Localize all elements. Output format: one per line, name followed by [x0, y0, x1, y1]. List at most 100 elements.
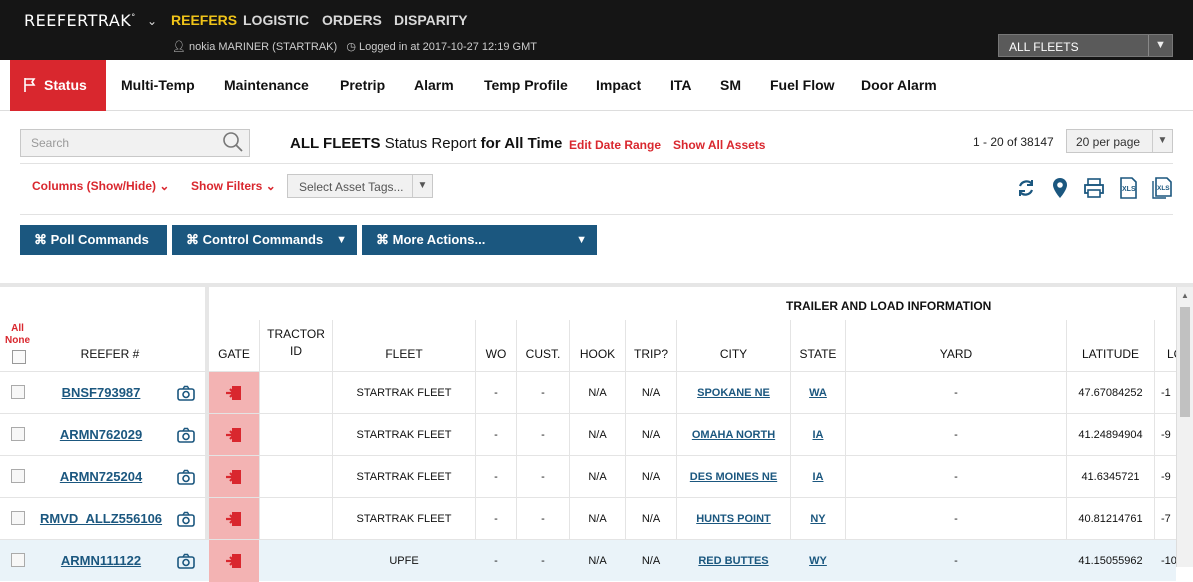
reefer-link[interactable]: ARMN762029 — [36, 414, 166, 456]
gate-exit-icon[interactable] — [225, 511, 243, 527]
nav-disparity[interactable]: DISPARITY — [394, 12, 468, 28]
per-page-select[interactable]: 20 per page ▼ — [1066, 129, 1173, 153]
edit-date-range-link[interactable]: Edit Date Range — [569, 138, 661, 152]
cell-city[interactable]: RED BUTTES — [677, 540, 790, 582]
tab-multi-temp[interactable]: Multi-Temp — [121, 60, 195, 111]
nav-logistic[interactable]: LOGISTIC — [243, 12, 309, 28]
col-tractor-id[interactable]: TRACTOR ID — [260, 326, 332, 360]
cell-state[interactable]: IA — [791, 456, 845, 498]
per-page-value: 20 per page — [1076, 135, 1141, 149]
col-fleet[interactable]: FLEET — [333, 347, 475, 361]
table-row[interactable]: ARMN111122 UPFE - - N/A N/A RED BUTTES WY - 41.15… — [0, 539, 1177, 582]
tab-bar: Status Multi-Temp Maintenance Pretrip Al… — [0, 60, 1193, 111]
cell-city[interactable]: OMAHA NORTH — [677, 414, 790, 456]
gate-exit-icon[interactable] — [225, 553, 243, 569]
col-city[interactable]: CITY — [677, 347, 790, 361]
row-checkbox[interactable] — [11, 385, 25, 399]
row-checkbox[interactable] — [11, 469, 25, 483]
camera-icon[interactable] — [177, 553, 195, 569]
scrollbar-thumb[interactable] — [1180, 307, 1190, 417]
table-row[interactable]: RMVD_ALLZ556106 STARTRAK FLEET - - N/A N/A HUN… — [0, 497, 1176, 540]
chevron-down-icon[interactable]: ⌄ — [147, 14, 157, 28]
nav-reefers[interactable]: REEFERS — [171, 12, 237, 28]
tab-sm[interactable]: SM — [720, 60, 741, 111]
row-checkbox[interactable] — [11, 511, 25, 525]
tab-maintenance[interactable]: Maintenance — [224, 60, 309, 111]
row-checkbox[interactable] — [11, 553, 25, 567]
xls-export-icon[interactable]: XLS — [1117, 177, 1139, 199]
camera-icon[interactable] — [177, 427, 195, 443]
fleet-select[interactable]: ALL FLEETS ▼ — [998, 34, 1173, 57]
scroll-up-icon[interactable]: ▲ — [1181, 291, 1189, 300]
tab-status[interactable]: Status — [10, 60, 106, 111]
asset-tags-select[interactable]: Select Asset Tags... ▼ — [287, 174, 433, 198]
cell-longitude: -7 — [1161, 513, 1171, 525]
row-checkbox[interactable] — [11, 427, 25, 441]
brand-logo[interactable]: REEFERTRAK° — [24, 11, 136, 30]
cell-city[interactable]: HUNTS POINT — [677, 498, 790, 540]
print-icon[interactable] — [1083, 177, 1105, 199]
select-all-checkbox[interactable] — [12, 350, 26, 364]
cell-yard: - — [954, 513, 958, 525]
tab-door-alarm[interactable]: Door Alarm — [861, 60, 937, 111]
col-yard[interactable]: YARD — [846, 347, 1066, 361]
gate-exit-icon[interactable] — [225, 469, 243, 485]
select-all-none[interactable]: All None — [5, 323, 30, 347]
col-hook[interactable]: HOOK — [570, 347, 625, 361]
table-row[interactable]: BNSF793987 STARTRAK FLEET - - N/A N/A SPOKANE … — [0, 371, 1176, 414]
tab-fuel-flow[interactable]: Fuel Flow — [770, 60, 835, 111]
table-row[interactable]: ARMN762029 STARTRAK FLEET - - N/A N/A OMAHA NO… — [0, 413, 1176, 456]
cell-longitude: -1 — [1161, 387, 1171, 399]
reefer-link[interactable]: ARMN725204 — [36, 456, 166, 498]
col-wo[interactable]: WO — [476, 347, 516, 361]
cell-latitude: 40.81214761 — [1078, 513, 1143, 525]
col-gate[interactable]: GATE — [209, 347, 259, 361]
search-input[interactable]: Search — [20, 129, 250, 157]
control-commands-button[interactable]: ⌘ Control Commands ▼ — [172, 225, 357, 255]
camera-icon[interactable] — [177, 511, 195, 527]
table-row[interactable]: ARMN725204 STARTRAK FLEET - - N/A N/A DES MOIN… — [0, 455, 1176, 498]
nav-orders[interactable]: ORDERS — [322, 12, 382, 28]
reefer-link[interactable]: BNSF793987 — [36, 372, 166, 414]
tab-pretrip[interactable]: Pretrip — [340, 60, 385, 111]
multi-xls-export-icon[interactable]: XLS — [1151, 177, 1173, 199]
cell-state[interactable]: WA — [791, 372, 845, 414]
select-all-link[interactable]: All — [5, 323, 30, 335]
columns-toggle[interactable]: Columns (Show/Hide) ⌄ — [32, 179, 169, 193]
tab-status-label: Status — [44, 77, 87, 93]
more-actions-button[interactable]: ⌘ More Actions... ▼ — [362, 225, 597, 255]
svg-text:XLS: XLS — [1122, 186, 1136, 193]
vertical-scrollbar[interactable]: ▲ — [1176, 287, 1193, 567]
show-filters-toggle[interactable]: Show Filters ⌄ — [191, 179, 276, 193]
gate-exit-icon[interactable] — [225, 427, 243, 443]
camera-icon[interactable] — [177, 469, 195, 485]
select-none-link[interactable]: None — [5, 335, 30, 347]
show-all-assets-link[interactable]: Show All Assets — [673, 138, 765, 152]
tab-alarm[interactable]: Alarm — [414, 60, 454, 111]
search-icon[interactable] — [222, 131, 244, 153]
col-cust[interactable]: CUST. — [517, 347, 569, 361]
cell-city[interactable]: SPOKANE NE — [677, 372, 790, 414]
poll-commands-button[interactable]: ⌘ Poll Commands — [20, 225, 167, 255]
gate-exit-icon[interactable] — [225, 385, 243, 401]
cell-city[interactable]: DES MOINES NE — [677, 456, 790, 498]
refresh-icon[interactable] — [1015, 177, 1037, 199]
cell-cust: - — [541, 429, 545, 441]
reefer-link[interactable]: RMVD_ALLZ556106 — [36, 498, 166, 540]
cell-trip: N/A — [641, 387, 661, 399]
camera-icon[interactable] — [177, 385, 195, 401]
cell-state[interactable]: NY — [791, 498, 845, 540]
tab-impact[interactable]: Impact — [596, 60, 641, 111]
cell-state[interactable]: IA — [791, 414, 845, 456]
reefer-link[interactable]: ARMN111122 — [36, 540, 166, 582]
col-latitude[interactable]: LATITUDE — [1067, 347, 1154, 361]
col-reefer[interactable]: REEFER # — [60, 347, 160, 361]
fleet-select-value: ALL FLEETS — [1009, 40, 1079, 54]
chevron-down-icon: ▼ — [1148, 35, 1172, 56]
col-state[interactable]: STATE — [791, 347, 845, 361]
cell-state[interactable]: WY — [791, 540, 845, 582]
tab-temp-profile[interactable]: Temp Profile — [484, 60, 568, 111]
map-pin-icon[interactable] — [1049, 177, 1071, 199]
col-trip[interactable]: TRIP? — [626, 347, 676, 361]
tab-ita[interactable]: ITA — [670, 60, 692, 111]
